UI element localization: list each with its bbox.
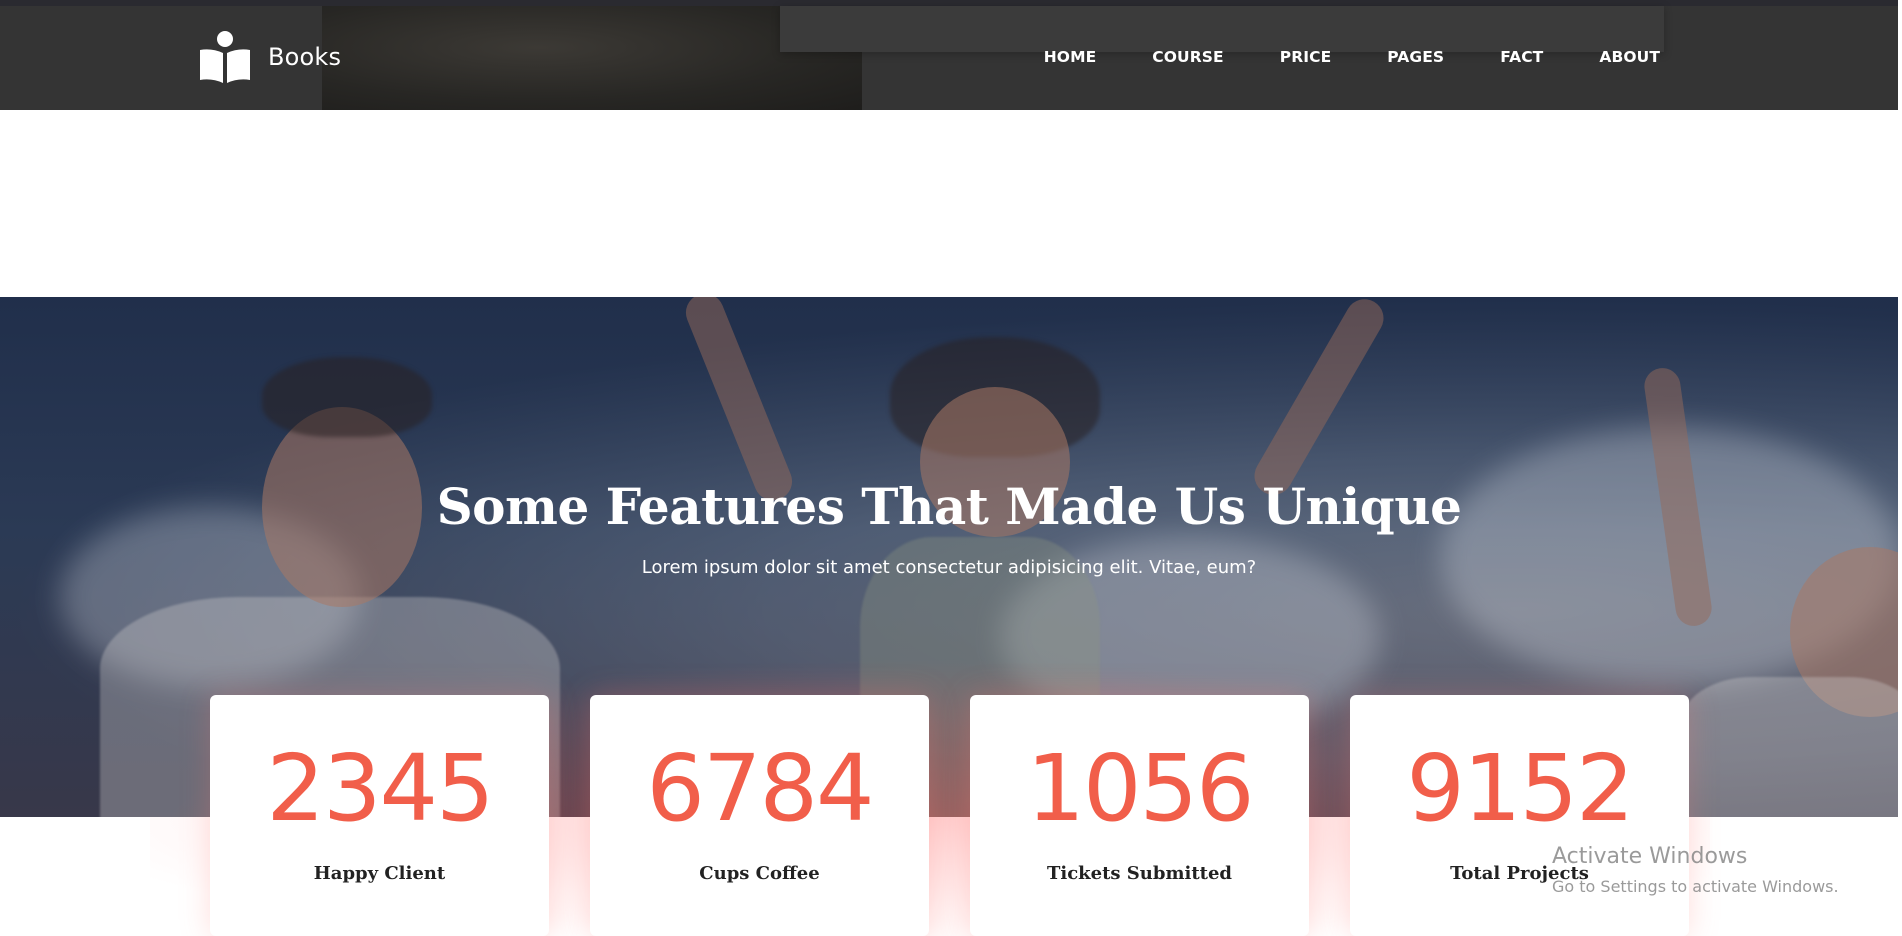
page-right-edge — [1898, 0, 1902, 936]
section-title: Some Features That Made Us Unique — [436, 477, 1462, 536]
stat-value: 6784 — [646, 735, 874, 842]
nav-fact[interactable]: FACT — [1472, 48, 1571, 66]
windows-activation-watermark: Activate Windows Go to Settings to activ… — [1552, 844, 1839, 896]
main-nav: HOME COURSE PRICE PAGES FACT ABOUT — [1016, 48, 1660, 66]
stat-value: 2345 — [266, 735, 494, 842]
stat-value: 1056 — [1026, 735, 1254, 842]
stat-value: 9152 — [1406, 735, 1634, 842]
stat-card-total-projects: 9152 Total Projects — [1350, 695, 1689, 936]
section-subtitle: Lorem ipsum dolor sit amet consectetur a… — [641, 557, 1257, 578]
hero-person-mid-arm — [1247, 297, 1391, 502]
hero-person-right-body — [1680, 677, 1898, 817]
stat-label: Happy Client — [313, 863, 446, 884]
stats-row: 2345 Happy Client 6784 Cups Coffee 1056 … — [210, 695, 1689, 936]
brand-logo-link[interactable]: Books — [198, 30, 341, 84]
brand-name: Books — [268, 43, 342, 71]
nav-home[interactable]: HOME — [1016, 48, 1125, 66]
nav-price[interactable]: PRICE — [1252, 48, 1360, 66]
site-header: Books HOME COURSE PRICE PAGES FACT ABOUT — [0, 0, 1902, 110]
nav-about[interactable]: ABOUT — [1571, 48, 1660, 66]
nav-course[interactable]: COURSE — [1124, 48, 1251, 66]
book-reader-icon — [200, 31, 250, 83]
stat-label: Cups Coffee — [699, 863, 820, 884]
stat-card-happy-client: 2345 Happy Client — [210, 695, 549, 936]
stat-card-cups-coffee: 6784 Cups Coffee — [590, 695, 929, 936]
nav-pages[interactable]: PAGES — [1359, 48, 1472, 66]
stat-label: Tickets Submitted — [1046, 863, 1233, 884]
watermark-subtitle: Go to Settings to activate Windows. — [1552, 877, 1839, 896]
hero-person-left-hair — [262, 357, 432, 437]
header-overlay-bar — [780, 6, 1664, 52]
watermark-title: Activate Windows — [1552, 844, 1748, 869]
hero-person-mid-arm — [680, 297, 798, 507]
stat-card-tickets-submitted: 1056 Tickets Submitted — [970, 695, 1309, 936]
